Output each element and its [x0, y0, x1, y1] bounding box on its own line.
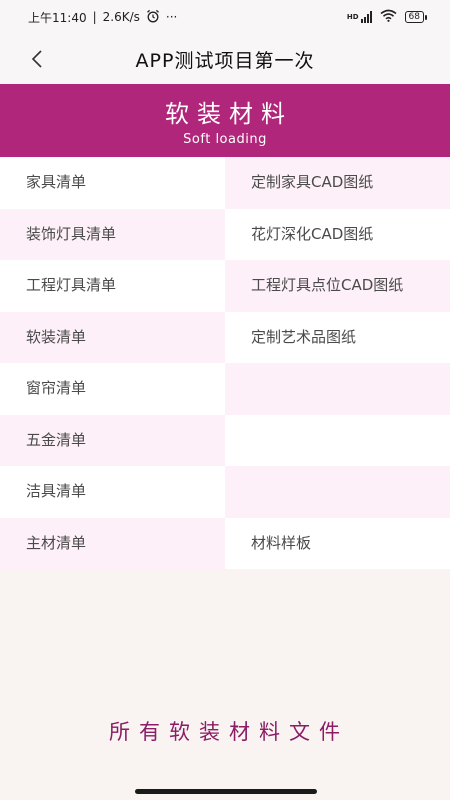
hd-label: HD [346, 13, 359, 21]
grid-item-engineering-lighting-list[interactable]: 工程灯具清单 [0, 260, 225, 312]
banner-title: 软装材料 [165, 100, 293, 128]
signal-bars [360, 11, 372, 23]
grid-item-lighting-layout-cad[interactable]: 工程灯具点位CAD图纸 [225, 260, 450, 312]
more-dots: ··· [165, 10, 178, 24]
grid-item-hardware-list[interactable]: 五金清单 [0, 414, 225, 466]
grid-item-custom-artwork-drawings[interactable]: 定制艺术品图纸 [225, 311, 450, 363]
signal-icon: HD [347, 11, 372, 23]
grid-item-material-samples[interactable]: 材料样板 [225, 517, 450, 569]
grid-item-furniture-list[interactable]: 家具清单 [0, 157, 225, 209]
material-grid: 家具清单 定制家具CAD图纸 装饰灯具清单 花灯深化CAD图纸 工程灯具清单 工… [0, 157, 450, 569]
banner-subtitle: Soft loading [183, 132, 267, 147]
grid-item-decor-lighting-list[interactable]: 装饰灯具清单 [0, 208, 225, 260]
battery-level: 68 [408, 12, 420, 22]
wifi-icon [380, 9, 397, 25]
status-separator: | [92, 10, 97, 24]
grid-item-empty [225, 414, 450, 466]
page-title: APP测试项目第一次 [135, 49, 315, 72]
battery-icon: 68 [404, 11, 428, 23]
chevron-left-icon [31, 50, 42, 68]
grid-item-sanitary-list[interactable]: 洁具清单 [0, 466, 225, 518]
grid-item-soft-decor-list[interactable]: 软装清单 [0, 311, 225, 363]
home-indicator[interactable] [135, 789, 317, 794]
network-speed: 2.6K/s [102, 10, 140, 24]
grid-item-custom-furniture-cad[interactable]: 定制家具CAD图纸 [225, 157, 450, 209]
grid-item-empty [225, 466, 450, 518]
grid-item-empty [225, 363, 450, 415]
grid-item-curtain-list[interactable]: 窗帘清单 [0, 363, 225, 415]
banner: 软装材料 Soft loading [0, 84, 450, 157]
status-right: HD 68 [347, 9, 428, 25]
nav-bar: APP测试项目第一次 [0, 34, 450, 84]
back-button[interactable] [22, 44, 52, 74]
status-bar: 上午11:40 | 2.6K/s ··· HD 68 [0, 0, 450, 34]
grid-item-main-materials-list[interactable]: 主材清单 [0, 517, 225, 569]
status-time: 上午11:40 [28, 10, 87, 25]
grid-item-chandelier-cad[interactable]: 花灯深化CAD图纸 [225, 208, 450, 260]
status-left: 上午11:40 | 2.6K/s ··· [28, 9, 177, 26]
footer-caption: 所有软装材料文件 [109, 720, 349, 744]
alarm-icon [146, 9, 160, 26]
